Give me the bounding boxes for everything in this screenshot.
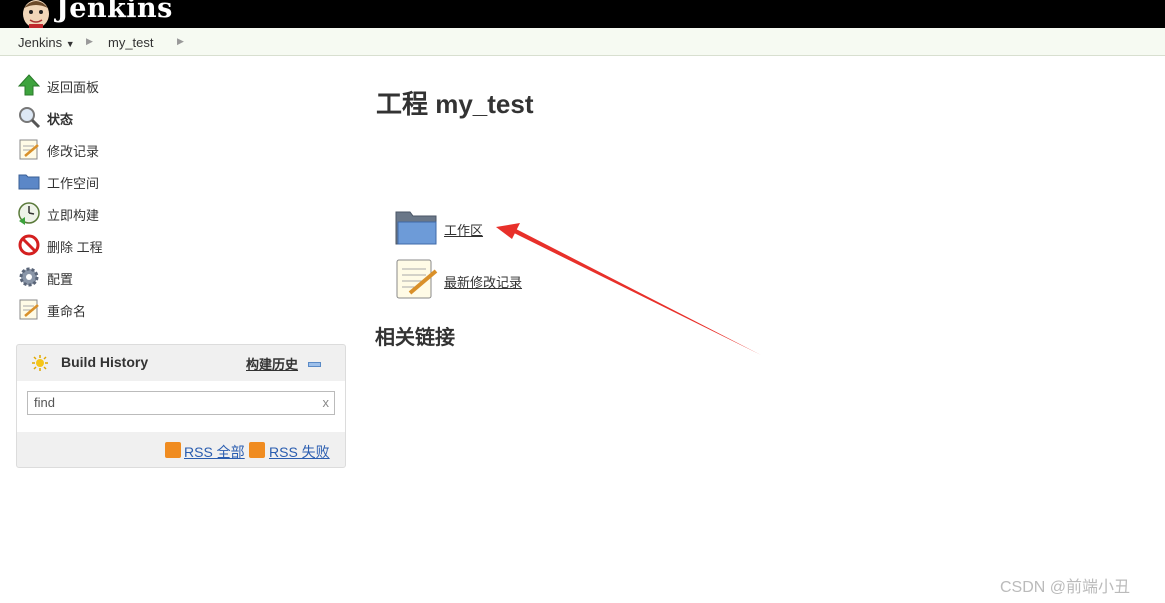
task-label[interactable]: 返回面板 — [47, 77, 99, 96]
gear-icon — [19, 267, 39, 287]
chevron-down-icon[interactable]: ▼ — [66, 39, 75, 49]
breadcrumb: Jenkins ▼ ▶ my_test ▶ — [0, 28, 1165, 56]
no-entry-icon — [18, 234, 40, 256]
breadcrumb-jenkins[interactable]: Jenkins ▼ — [18, 35, 75, 50]
notepad-icon[interactable] — [394, 257, 438, 301]
build-history-link[interactable]: 构建历史 — [246, 354, 298, 373]
rss-icon[interactable] — [165, 442, 181, 458]
up-arrow-icon — [17, 74, 41, 96]
clear-icon[interactable]: x — [323, 395, 330, 410]
watermark: CSDN @前端小丑 — [1000, 579, 1131, 596]
task-label[interactable]: 立即构建 — [47, 205, 99, 224]
sun-icon — [32, 355, 48, 371]
collapse-icon[interactable] — [308, 362, 321, 367]
build-history-title: Build History — [61, 354, 149, 370]
related-links-heading: 相关链接 — [375, 327, 455, 349]
task-label[interactable]: 状态 — [47, 109, 73, 128]
breadcrumb-separator-icon: ▶ — [86, 36, 93, 46]
task-label[interactable]: 重命名 — [47, 301, 86, 320]
task-label[interactable]: 修改记录 — [47, 141, 99, 160]
rss-failed-link[interactable]: RSS 失败 — [269, 442, 330, 462]
notepad-icon — [19, 299, 39, 320]
folder-icon — [18, 174, 40, 190]
task-label[interactable]: 配置 — [47, 269, 73, 288]
jenkins-logo-icon[interactable] — [17, 0, 55, 28]
page-title: 工程 my_test — [376, 89, 534, 119]
build-history-panel: Build History 构建历史 find x RSS 全部 RSS 失败 — [16, 344, 346, 468]
rss-icon[interactable] — [249, 442, 265, 458]
red-arrow-annotation-icon — [496, 223, 761, 355]
brand-name[interactable]: Jenkins — [56, 0, 173, 24]
workspace-link[interactable]: 工作区 — [444, 220, 483, 239]
notepad-icon — [19, 139, 39, 160]
top-header: Jenkins — [0, 0, 1165, 28]
search-icon — [19, 107, 41, 129]
task-label[interactable]: 删除 工程 — [47, 237, 103, 256]
breadcrumb-project[interactable]: my_test — [108, 35, 154, 50]
task-label[interactable]: 工作空间 — [47, 173, 99, 192]
folder-icon[interactable] — [394, 206, 438, 250]
clock-icon — [18, 202, 40, 225]
recent-changes-link[interactable]: 最新修改记录 — [444, 272, 522, 291]
rss-all-link[interactable]: RSS 全部 — [184, 442, 245, 462]
build-search-input[interactable]: find x — [27, 391, 335, 415]
breadcrumb-separator-icon: ▶ — [177, 36, 184, 46]
search-value[interactable]: find — [34, 395, 55, 410]
